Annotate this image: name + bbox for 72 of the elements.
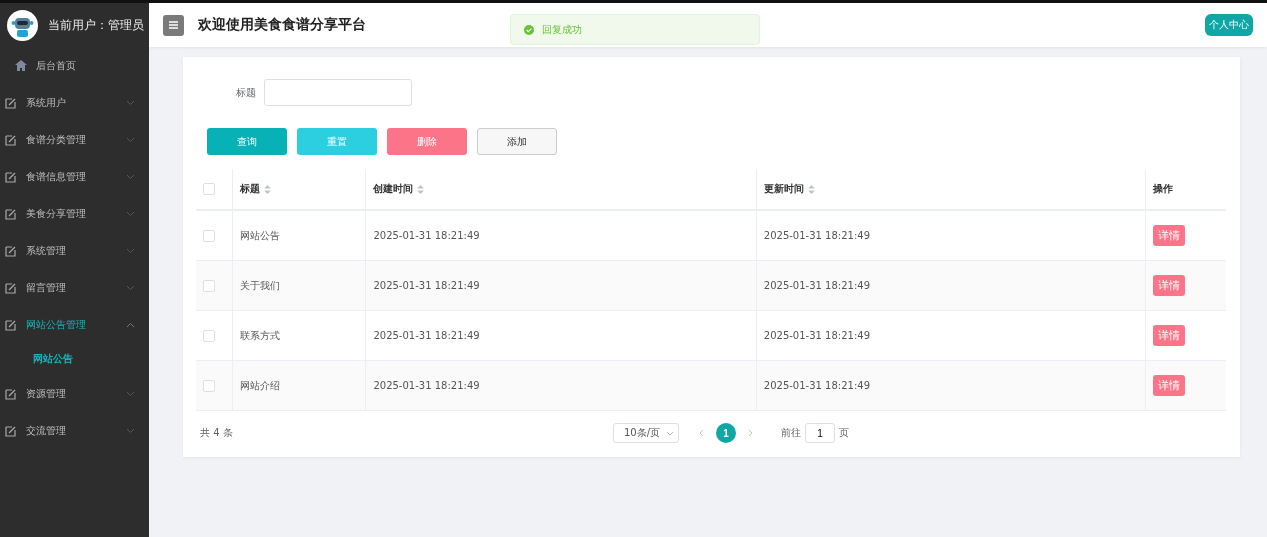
edit-icon: [5, 244, 17, 257]
table-cell: 2025-01-31 18:21:49: [373, 280, 480, 291]
edit-icon: [5, 207, 17, 220]
sidebar-subitem[interactable]: 网站公告: [0, 343, 149, 375]
page-size-select[interactable]: 10条/页: [613, 423, 679, 443]
sort-icon[interactable]: [417, 184, 425, 194]
column-header: 创建时间: [373, 183, 414, 194]
current-user-label: 当前用户：管理员: [48, 16, 144, 34]
plain-button[interactable]: 添加: [477, 128, 557, 155]
row-checkbox[interactable]: [203, 279, 215, 292]
table-cell: 联系方式: [239, 329, 280, 341]
sidebar-item[interactable]: 网站公告管理: [0, 306, 149, 343]
toast-message: 回复成功: [542, 22, 582, 37]
chevron-down-icon: [126, 427, 135, 434]
table-cell: 2025-01-31 18:21:49: [763, 280, 870, 291]
edit-icon: [5, 424, 17, 437]
edit-icon: [5, 96, 17, 109]
edit-icon: [5, 387, 17, 400]
title-input[interactable]: [264, 79, 412, 106]
sidebar-item[interactable]: 食谱分类管理: [0, 121, 149, 158]
sidebar-item[interactable]: 后台首页: [0, 47, 149, 84]
table-cell: 网站介绍: [239, 379, 280, 391]
chevron-down-icon: [126, 173, 135, 180]
robot-avatar: [7, 9, 38, 41]
sidebar-item[interactable]: 留言管理: [0, 269, 149, 306]
row-checkbox[interactable]: [203, 229, 215, 242]
table-cell: 2025-01-31 18:21:49: [373, 330, 480, 341]
sidebar-item[interactable]: 食谱信息管理: [0, 158, 149, 195]
menu-button[interactable]: [163, 14, 184, 36]
next-page-icon[interactable]: [748, 429, 753, 437]
page-suffix: 页: [839, 426, 849, 440]
sidebar-item[interactable]: 系统用户: [0, 84, 149, 121]
table-cell: 2025-01-31 18:21:49: [763, 330, 870, 341]
prev-page-icon[interactable]: [699, 429, 704, 437]
home-icon: [15, 60, 27, 71]
row-checkbox[interactable]: [203, 379, 215, 392]
column-header: 更新时间: [763, 183, 804, 194]
chevron-down-icon: [666, 430, 674, 436]
sort-icon[interactable]: [807, 184, 815, 194]
edit-icon: [5, 133, 17, 146]
table-cell: 2025-01-31 18:21:49: [763, 230, 870, 241]
chevron-down-icon: [126, 247, 135, 254]
table-cell: 关于我们: [239, 279, 280, 291]
column-header: 操作: [1153, 183, 1174, 194]
edit-icon: [5, 170, 17, 183]
page-input[interactable]: 1: [805, 423, 835, 443]
sidebar-item[interactable]: 系统管理: [0, 232, 149, 269]
sidebar-item[interactable]: 资源管理: [0, 375, 149, 412]
chevron-up-icon: [126, 321, 135, 328]
chevron-down-icon: [126, 99, 135, 106]
table-cell: 2025-01-31 18:21:49: [373, 380, 480, 391]
sidebar-item[interactable]: 美食分享管理: [0, 195, 149, 232]
chevron-down-icon: [126, 390, 135, 397]
row-checkbox[interactable]: [203, 329, 215, 342]
field-label: 标题: [236, 85, 256, 100]
table-cell: 2025-01-31 18:21:49: [763, 380, 870, 391]
menu-icon: [169, 21, 178, 29]
goto-label: 前往: [781, 426, 801, 440]
column-header: 标题: [239, 183, 260, 194]
select-all-checkbox[interactable]: [203, 183, 215, 195]
total-count: 共 4 条: [200, 426, 234, 440]
sort-icon[interactable]: [263, 184, 271, 194]
edit-icon: [5, 281, 17, 294]
edit-icon: [5, 318, 17, 331]
chevron-down-icon: [126, 136, 135, 143]
sidebar-item[interactable]: 交流管理: [0, 412, 149, 449]
page-title: 欢迎使用美食食谱分享平台: [198, 16, 366, 34]
chevron-down-icon: [126, 210, 135, 217]
check-circle-icon: [524, 24, 534, 35]
table-cell: 网站公告: [239, 229, 280, 241]
table-cell: 2025-01-31 18:21:49: [373, 230, 480, 241]
chevron-down-icon: [126, 284, 135, 291]
